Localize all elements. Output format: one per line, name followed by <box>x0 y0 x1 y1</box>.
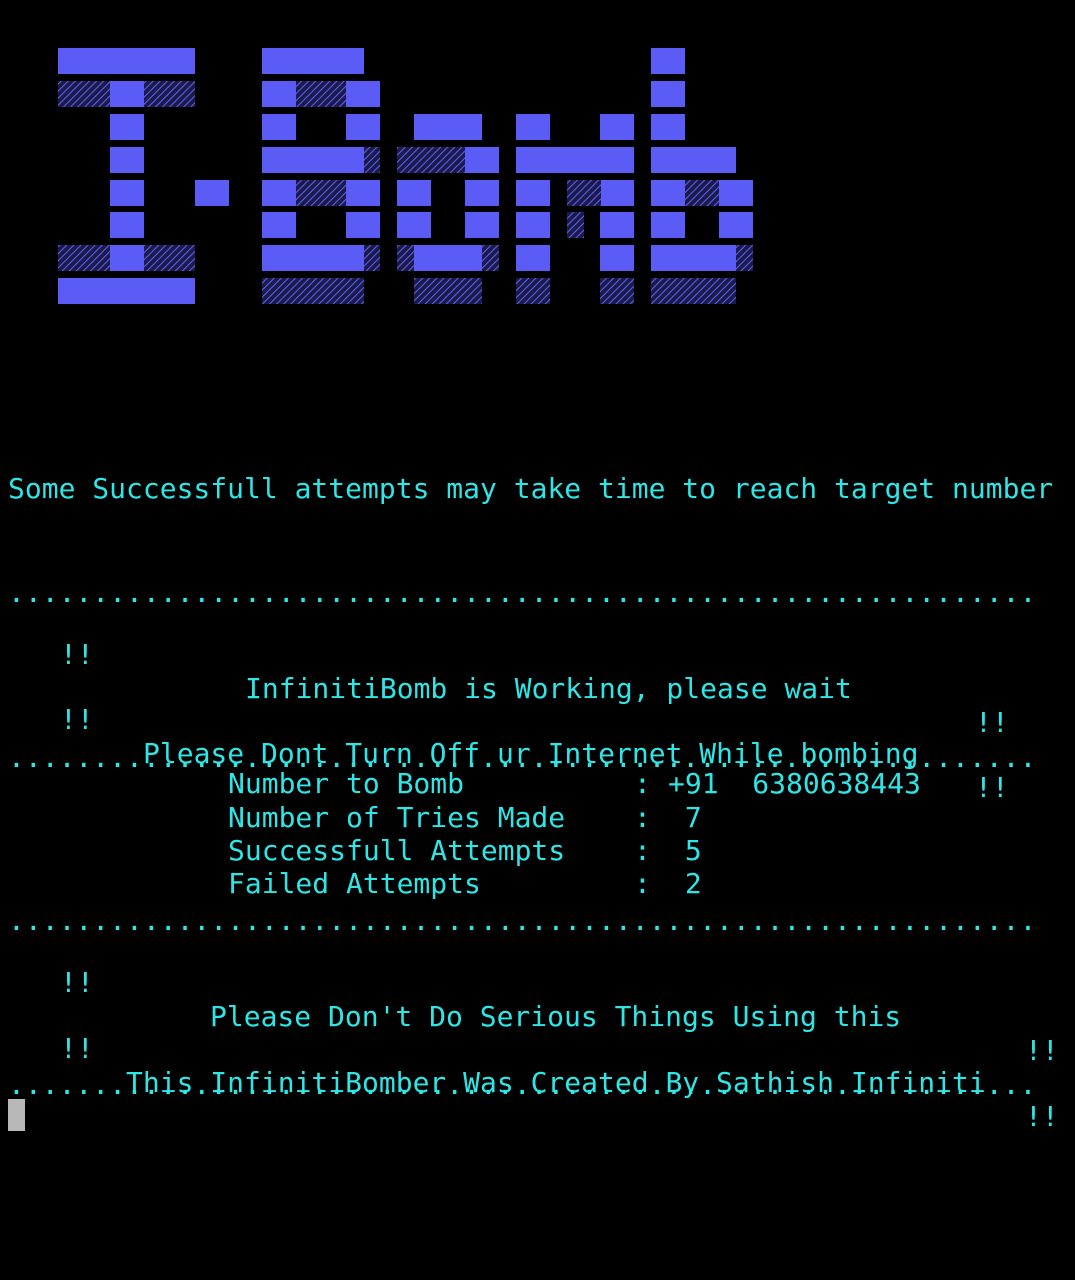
banner-block <box>262 245 364 271</box>
banner-block <box>262 114 296 140</box>
banner-shade <box>516 278 550 304</box>
terminal-cursor[interactable] <box>8 1099 25 1131</box>
banner-shade <box>364 245 380 271</box>
banner-block <box>600 212 634 238</box>
banner-shade <box>736 245 753 271</box>
banner-block <box>397 212 431 238</box>
banner-block <box>346 212 380 238</box>
stats-value: 5 <box>668 834 702 867</box>
banner-block <box>414 245 482 271</box>
banner-block <box>58 278 195 304</box>
stats-row: Number to Bomb: +91 6380638443 <box>0 767 1075 801</box>
banner-block <box>110 114 144 140</box>
banner-block <box>465 180 499 206</box>
banner-block <box>651 180 685 206</box>
banner-shade <box>414 278 482 304</box>
stats-row: Failed Attempts: 2 <box>0 867 1075 901</box>
stats-row: Number of Tries Made: 7 <box>0 801 1075 835</box>
banner-block <box>58 48 195 74</box>
banner-block <box>651 48 685 74</box>
banner-block <box>397 180 431 206</box>
banner-block <box>262 81 296 107</box>
stats-label: Number to Bomb <box>228 767 465 800</box>
banner-block <box>262 212 296 238</box>
terminal-window: Some Successfull attempts may take time … <box>0 0 1075 1280</box>
banner-shade <box>431 147 465 173</box>
banner-block <box>414 114 482 140</box>
stats-colon: : <box>634 801 651 834</box>
bang-right: !! <box>1025 1100 1059 1133</box>
banner-shade <box>685 180 719 206</box>
stats-value: 2 <box>668 867 702 900</box>
banner-block <box>110 81 144 107</box>
banner-block <box>600 114 634 140</box>
banner-block <box>651 245 736 271</box>
banner-block <box>516 245 550 271</box>
bang-left: !! <box>60 966 94 999</box>
bang-right: !! <box>975 706 1009 739</box>
banner-shade <box>58 81 110 107</box>
banner-block <box>516 212 550 238</box>
banner-block <box>110 147 144 173</box>
banner-block <box>262 147 364 173</box>
stats-value: 7 <box>668 801 702 834</box>
bang-left: !! <box>60 1032 94 1065</box>
banner-shade <box>144 81 195 107</box>
banner-block <box>195 180 229 206</box>
banner-shade <box>397 245 414 271</box>
banner-shade <box>482 245 499 271</box>
banner-block <box>262 180 296 206</box>
notice-text: Some Successfull attempts may take time … <box>8 472 1054 505</box>
banner-shade <box>262 278 364 304</box>
banner-block <box>346 81 380 107</box>
banner-shade <box>364 147 380 173</box>
banner-shade <box>567 212 584 238</box>
banner-shade <box>58 245 110 271</box>
banner-block <box>110 180 144 206</box>
stats-row: Successfull Attempts: 5 <box>0 834 1075 868</box>
banner-block <box>651 81 685 107</box>
banner-block <box>600 245 634 271</box>
bang-right: !! <box>1025 1034 1059 1067</box>
banner-block <box>110 245 144 271</box>
footer-line-2: !! This InfinitiBomber Was Created By Sa… <box>0 998 1075 1133</box>
banner-block <box>651 114 685 140</box>
banner-block <box>262 48 364 74</box>
banner-shade <box>144 245 195 271</box>
banner-block <box>651 212 685 238</box>
banner-shade <box>296 180 346 206</box>
banner-block <box>346 114 380 140</box>
banner-block <box>719 180 753 206</box>
banner-block <box>465 212 499 238</box>
banner-block <box>719 212 753 238</box>
banner-block <box>651 147 736 173</box>
ibomb-ascii-banner <box>58 48 753 304</box>
banner-block <box>346 180 380 206</box>
banner-block <box>600 180 634 206</box>
stats-colon: : <box>634 767 651 800</box>
banner-block <box>465 147 499 173</box>
status-line-2: !! Please Dont Turn Off ur Internet Whil… <box>0 669 1075 804</box>
banner-shade <box>397 147 431 173</box>
stats-label: Failed Attempts <box>228 867 481 900</box>
stats-colon: : <box>634 834 651 867</box>
banner-block <box>516 114 550 140</box>
stats-label: Number of Tries Made <box>228 801 566 834</box>
footer-line-1: !! Please Don't Do Serious Things Using … <box>0 932 1075 1067</box>
banner-shade <box>296 81 346 107</box>
banner-block <box>516 180 550 206</box>
banner-shade <box>567 180 601 206</box>
stats-colon: : <box>634 867 651 900</box>
stats-value: +91 6380638443 <box>668 767 921 800</box>
banner-shade <box>600 278 634 304</box>
banner-block <box>110 212 144 238</box>
banner-block <box>516 147 634 173</box>
stats-label: Successfull Attempts <box>228 834 566 867</box>
bang-left: !! <box>60 703 94 736</box>
status-line-1: !! InfinitiBomb is Working, please wait … <box>0 604 1075 739</box>
banner-shade <box>651 278 736 304</box>
bang-left: !! <box>60 638 94 671</box>
